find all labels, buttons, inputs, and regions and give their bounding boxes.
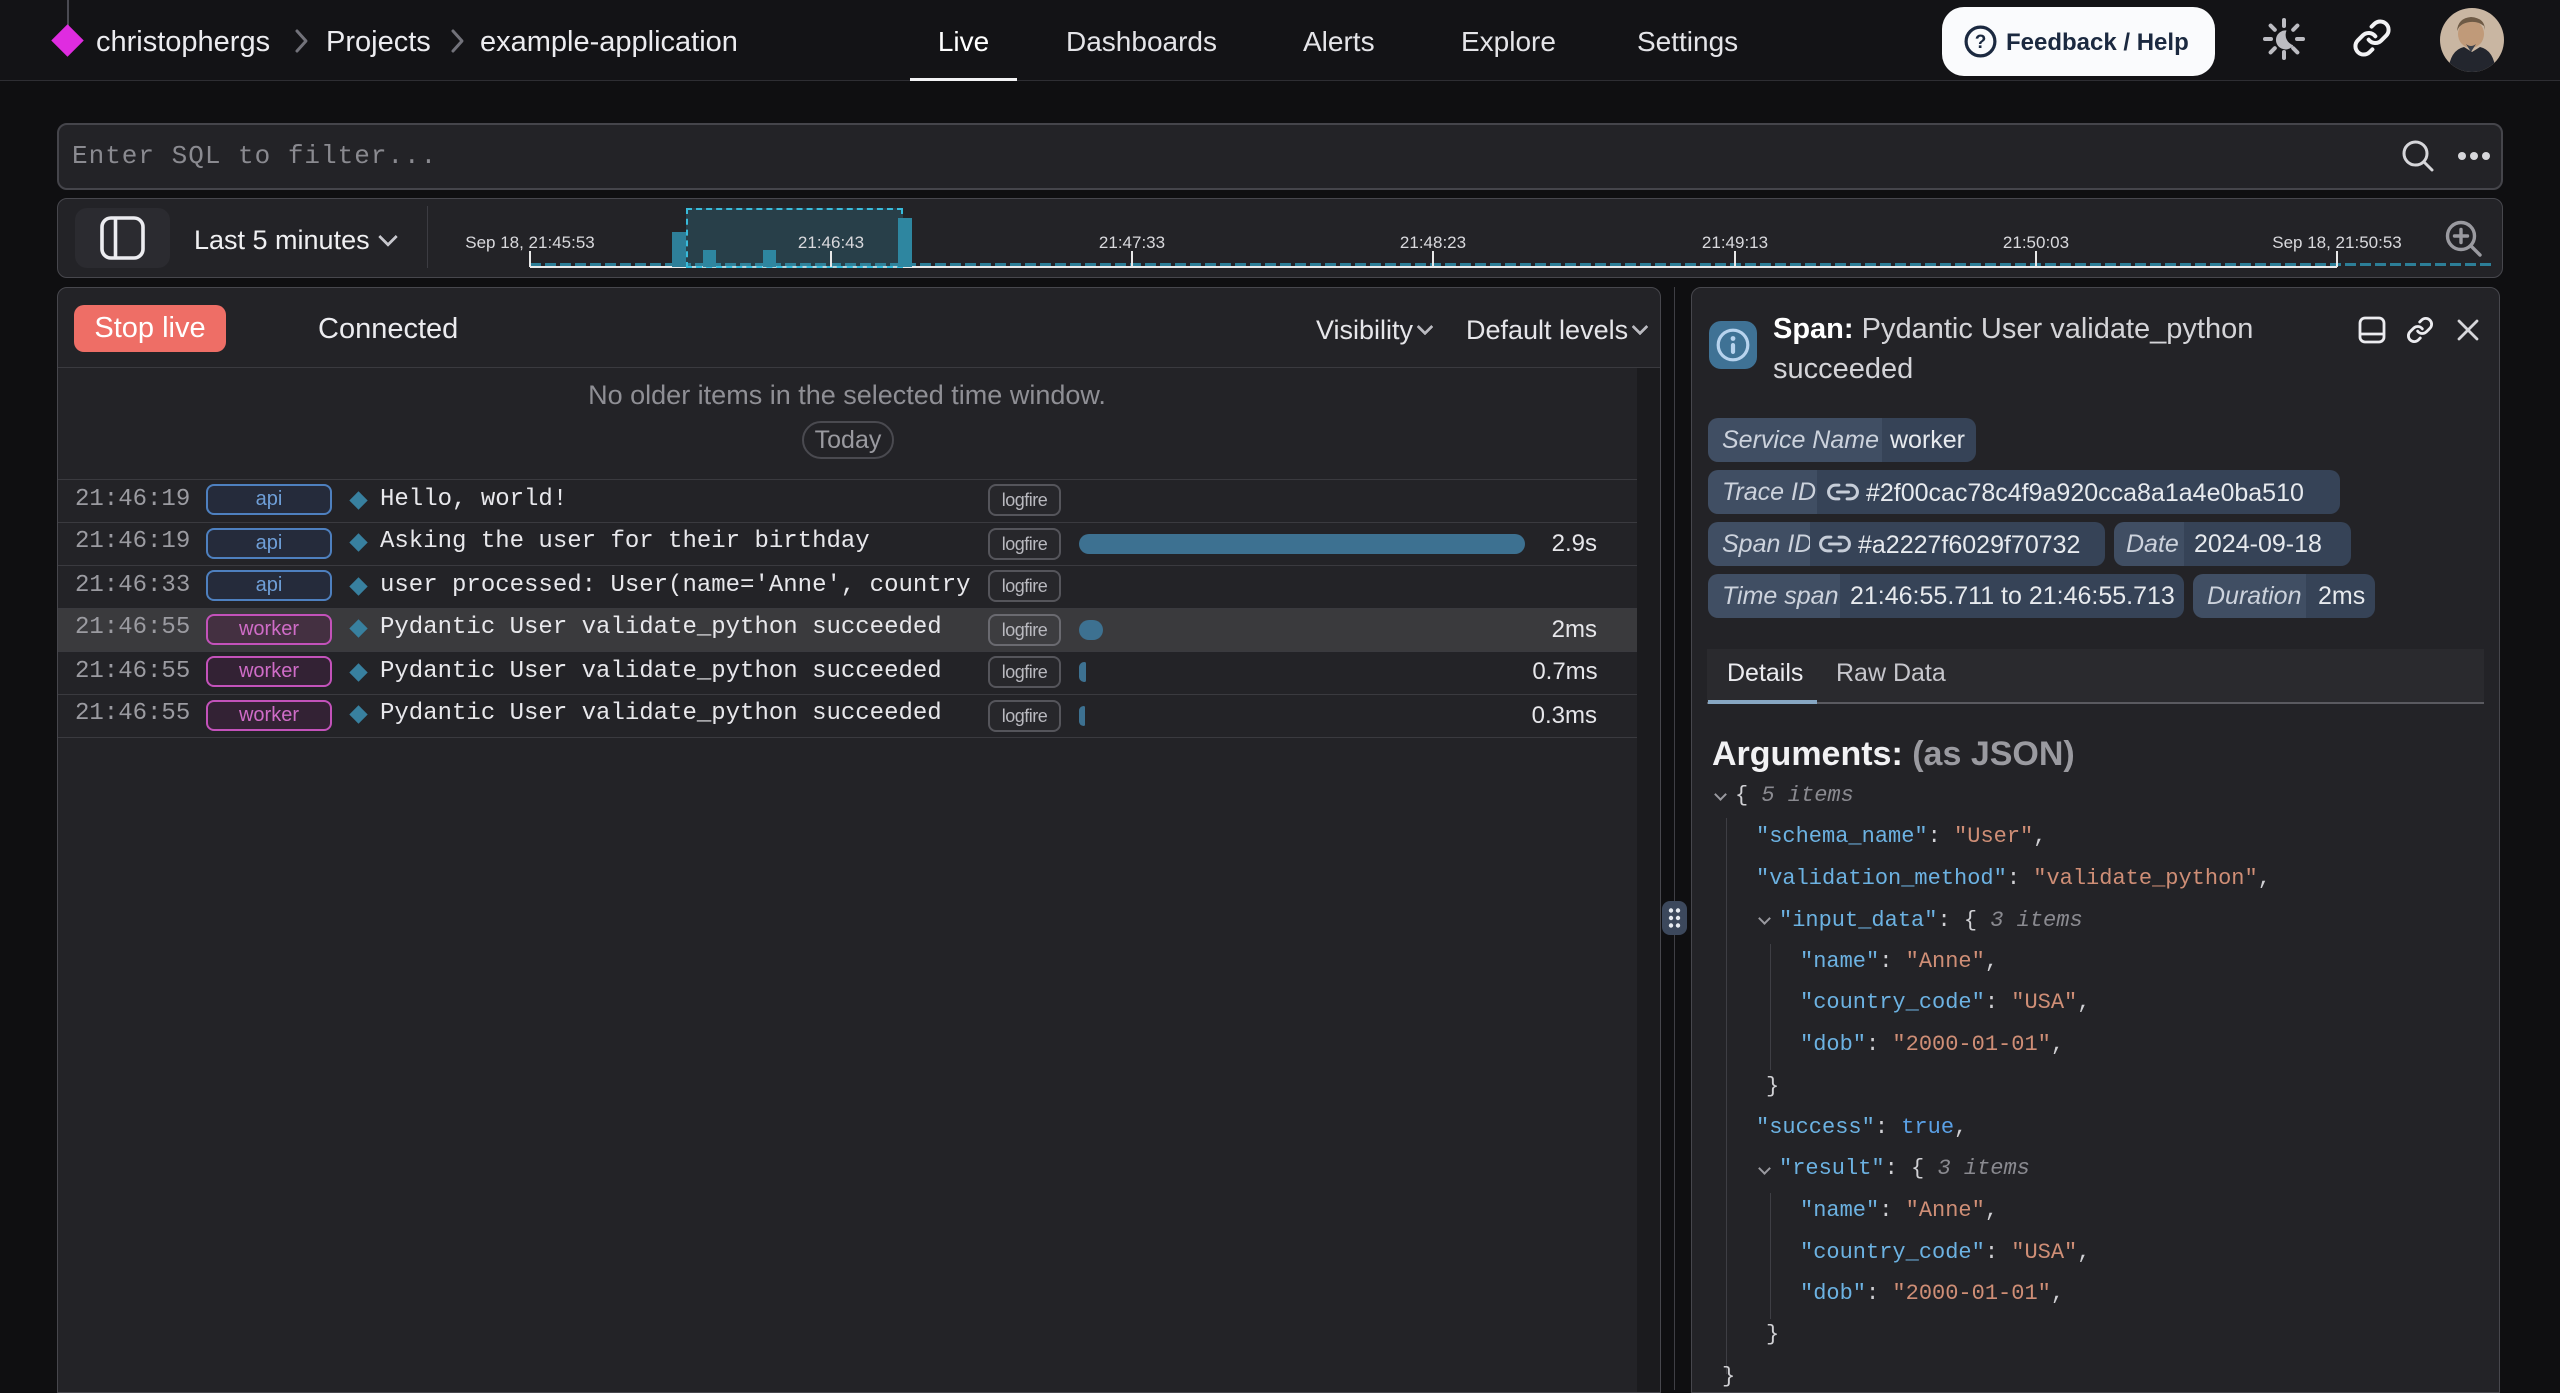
svg-text:?: ? <box>1975 32 1987 53</box>
